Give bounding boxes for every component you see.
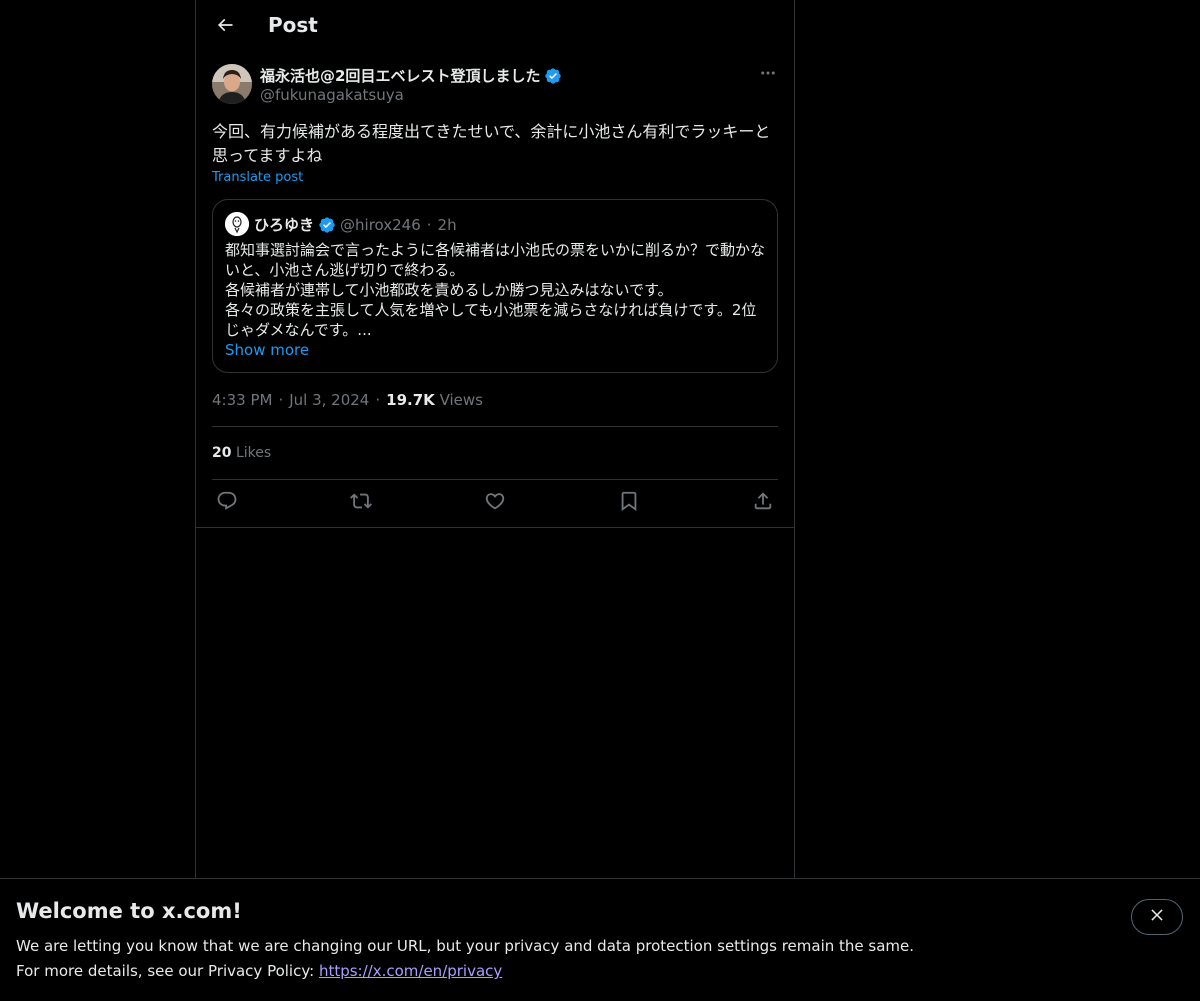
verified-badge-icon — [544, 67, 562, 85]
post-time[interactable]: 4:33 PM — [212, 391, 272, 409]
divider — [212, 426, 778, 427]
quote-text-line: 都知事選討論会で言ったように各候補者は小池氏の票をいかに削るか？で動かな — [225, 241, 766, 259]
divider — [212, 479, 778, 480]
quote-text: 都知事選討論会で言ったように各候補者は小池氏の票をいかに削るか？で動かな いと、… — [225, 240, 767, 340]
bookmark-button[interactable] — [614, 490, 644, 516]
likes-label: Likes — [235, 445, 272, 461]
likes-count: 20 — [212, 445, 232, 461]
repost-button[interactable] — [346, 490, 376, 516]
quote-text-line: じゃダメなんです。... — [225, 321, 372, 339]
welcome-banner: Welcome to x.com! We are letting you kno… — [0, 878, 1200, 1001]
author-name-text: 福永活也@2回目エベレスト登頂しました — [260, 67, 541, 85]
quote-header: ひろゆき @hirox246 · 2h — [254, 214, 457, 235]
likes-stat[interactable]: 20 Likes — [212, 445, 271, 461]
author-handle[interactable]: @fukunagakatsuya — [260, 86, 404, 104]
banner-policy-line: For more details, see our Privacy Policy… — [16, 962, 502, 980]
quote-time: 2h — [437, 215, 457, 234]
post-date[interactable]: Jul 3, 2024 — [289, 391, 369, 409]
author-avatar[interactable] — [212, 64, 252, 104]
divider — [196, 527, 794, 528]
arrow-left-icon — [215, 15, 235, 39]
heart-icon — [484, 490, 506, 516]
privacy-policy-link[interactable]: https://x.com/en/privacy — [319, 962, 502, 980]
banner-message: We are letting you know that we are chan… — [16, 937, 915, 955]
page-title: Post — [268, 13, 318, 37]
back-button[interactable] — [209, 11, 241, 43]
show-more-link[interactable]: Show more — [225, 341, 309, 359]
views-label: Views — [439, 391, 483, 409]
quote-author-name: ひろゆき — [254, 216, 315, 234]
page-header: Post — [196, 0, 794, 53]
share-icon — [752, 490, 774, 516]
bookmark-icon — [618, 490, 640, 516]
close-icon — [1148, 906, 1166, 928]
repost-icon — [350, 490, 372, 516]
reply-icon — [216, 490, 238, 516]
separator-dot: · — [278, 391, 284, 409]
banner-close-button[interactable] — [1131, 899, 1183, 935]
like-button[interactable] — [480, 490, 510, 516]
separator-dot: · — [426, 215, 432, 234]
reply-button[interactable] — [212, 490, 242, 516]
share-button[interactable] — [748, 490, 778, 516]
quote-text-line: いと、小池さん逃げ切りで終わる。 — [225, 261, 465, 279]
more-options-button[interactable] — [758, 65, 778, 85]
quoted-post[interactable]: ひろゆき @hirox246 · 2h 都知事選討論会で言ったように各候補者は小… — [212, 199, 778, 373]
post-text: 今回、有力候補がある程度出てきたせいで、余計に小池さん有利でラッキーと思ってます… — [212, 122, 771, 165]
quote-author-handle: @hirox246 — [340, 215, 421, 234]
views-count: 19.7K — [386, 391, 435, 409]
translate-post-link[interactable]: Translate post — [212, 170, 303, 185]
verified-badge-icon — [318, 216, 336, 234]
primary-column: Post 福永活也@2回目エベレスト登頂しました @fukunagakatsuy… — [195, 0, 795, 1000]
separator-dot: · — [375, 391, 381, 409]
banner-title: Welcome to x.com! — [16, 899, 242, 923]
author-name[interactable]: 福永活也@2回目エベレスト登頂しました — [260, 65, 562, 86]
quote-text-line: 各候補者が連帯して小池都政を責めるしか勝つ見込みはないです。 — [225, 281, 673, 299]
action-bar — [212, 490, 778, 516]
more-horizontal-icon — [759, 64, 777, 86]
quote-text-line: 各々の政策を主張して人気を増やしても小池票を減らさなければ負けです。2位 — [225, 301, 757, 319]
post-meta: 4:33 PM · Jul 3, 2024 · 19.7K Views — [212, 391, 483, 409]
banner-policy-prefix: For more details, see our Privacy Policy… — [16, 962, 319, 980]
quote-author-avatar — [225, 212, 249, 236]
